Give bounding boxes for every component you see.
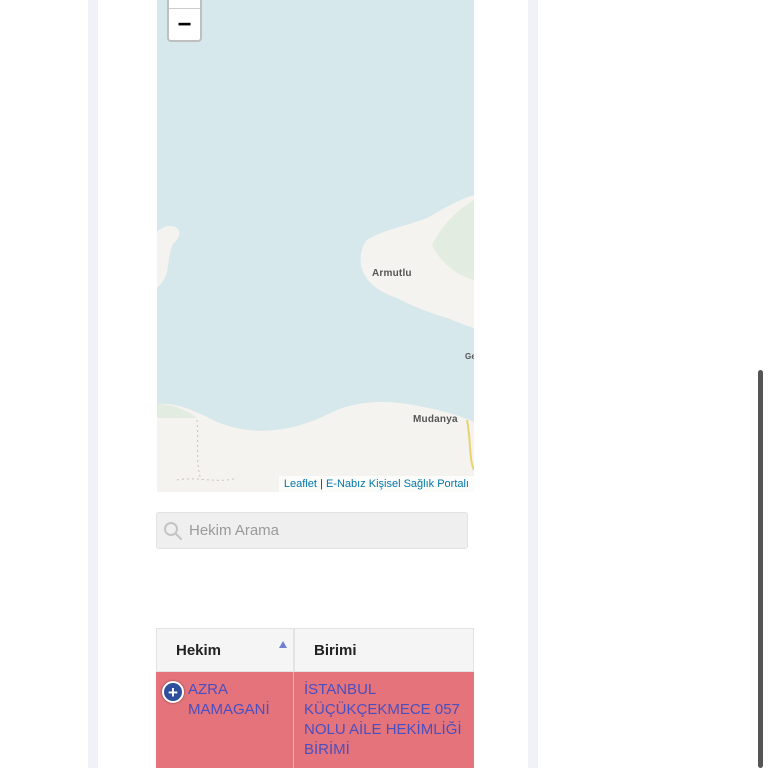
zoom-out-button[interactable]: − — [169, 9, 200, 40]
hekim-search-box[interactable] — [156, 512, 468, 549]
panel-border-right — [528, 0, 538, 768]
leaflet-link[interactable]: Leaflet — [284, 478, 317, 490]
hekim-search-input[interactable] — [189, 522, 459, 539]
expand-row-plus-icon[interactable]: + — [162, 681, 184, 703]
zoom-control: − — [167, 0, 202, 42]
column-header-label: Birimi — [314, 641, 357, 659]
page: Armutlu Mudanya Ge Leaflet | E-Nabız Kiş… — [0, 0, 768, 768]
zoom-in-button[interactable] — [169, 0, 200, 9]
portal-link[interactable]: E-Nabız Kişisel Sağlık Portalı — [326, 478, 469, 490]
table-cell-birimi: İSTANBUL KÜÇÜKÇEKMECE 057 NOLU AİLE HEKİ… — [294, 672, 474, 768]
attribution-separator: | — [316, 478, 326, 490]
column-header-hekim[interactable]: Hekim — [156, 628, 294, 672]
column-header-birimi[interactable]: Birimi — [294, 628, 474, 672]
map-view[interactable]: Armutlu Mudanya Ge Leaflet | E-Nabız Kiş… — [157, 0, 474, 492]
map-label-edge: Ge — [465, 352, 474, 361]
map-label-mudanya: Mudanya — [413, 414, 458, 425]
sort-ascending-icon — [279, 641, 287, 648]
page-scrollbar[interactable] — [758, 370, 763, 768]
column-header-label: Hekim — [176, 641, 222, 659]
map-attribution: Leaflet | E-Nabız Kişisel Sağlık Portalı — [278, 476, 474, 492]
map-label-armutlu: Armutlu — [372, 268, 412, 279]
hekim-name: AZRA MAMAGANİ — [188, 681, 270, 718]
panel-border-left — [88, 0, 98, 768]
birim-name: İSTANBUL KÜÇÜKÇEKMECE 057 NOLU AİLE HEKİ… — [304, 681, 462, 758]
search-icon — [164, 521, 182, 540]
